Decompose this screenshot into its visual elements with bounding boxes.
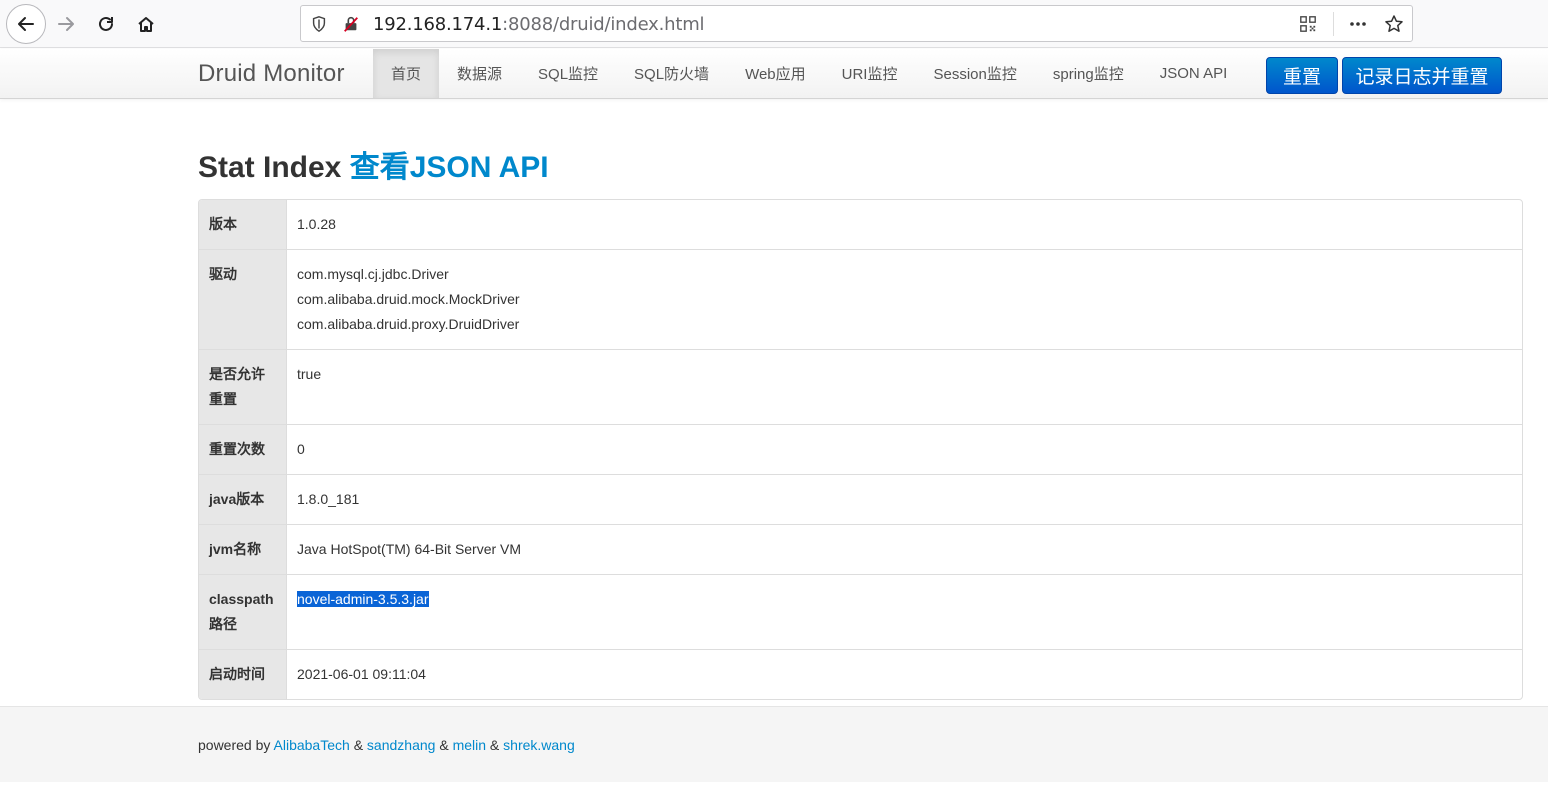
url-bar[interactable]: 192.168.174.1:8088/druid/index.html <box>300 5 1413 42</box>
row-label: java版本 <box>199 475 287 524</box>
row-label: 是否允许重置 <box>199 350 287 424</box>
nav-item-json-api[interactable]: JSON API <box>1142 49 1246 98</box>
table-row-drivers: 驱动 com.mysql.cj.jdbc.Driver com.alibaba.… <box>199 249 1522 349</box>
forward-button[interactable] <box>48 6 84 42</box>
table-row-reset-count: 重置次数 0 <box>199 424 1522 474</box>
row-label: jvm名称 <box>199 525 287 574</box>
more-actions-icon[interactable] <box>1348 14 1368 34</box>
row-label: 版本 <box>199 200 287 249</box>
row-value: 1.0.28 <box>297 216 336 232</box>
reload-icon <box>99 16 113 31</box>
row-value: Java HotSpot(TM) 64-Bit Server VM <box>297 541 522 557</box>
row-label: 启动时间 <box>199 650 287 699</box>
browser-toolbar: 192.168.174.1:8088/druid/index.html <box>0 0 1548 48</box>
row-label: 重置次数 <box>199 425 287 474</box>
back-button[interactable] <box>6 4 46 44</box>
page-title: Stat Index 查看JSON API <box>198 142 549 186</box>
shield-icon[interactable] <box>309 14 329 34</box>
driver-item: com.alibaba.druid.mock.MockDriver <box>297 291 520 307</box>
arrow-left-icon <box>18 17 34 31</box>
table-row-version: 版本 1.0.28 <box>199 200 1522 249</box>
row-value: 1.8.0_181 <box>297 491 360 507</box>
druid-navbar: Druid Monitor 首页 数据源 SQL监控 SQL防火墙 Web应用 … <box>0 49 1548 99</box>
footer-link-sandzhang[interactable]: sandzhang <box>367 737 436 753</box>
footer-link-melin[interactable]: melin <box>453 737 486 753</box>
nav-item-spring-monitor[interactable]: spring监控 <box>1035 49 1142 98</box>
table-row-jvm-name: jvm名称 Java HotSpot(TM) 64-Bit Server VM <box>199 524 1522 574</box>
footer-separator: & <box>353 737 364 753</box>
driver-item: com.mysql.cj.jdbc.Driver <box>297 266 449 282</box>
nav-item-home[interactable]: 首页 <box>373 49 440 98</box>
row-value: 0 <box>297 441 305 457</box>
row-value: 2021-06-01 09:11:04 <box>297 666 426 682</box>
nav-item-web-app[interactable]: Web应用 <box>727 49 824 98</box>
table-row-start-time: 启动时间 2021-06-01 09:11:04 <box>199 649 1522 699</box>
footer-credits: powered by AlibabaTech & sandzhang & mel… <box>198 737 575 753</box>
qr-code-icon[interactable] <box>1298 14 1318 34</box>
url-text[interactable]: 192.168.174.1:8088/druid/index.html <box>373 14 705 35</box>
nav-item-sql-monitor[interactable]: SQL监控 <box>520 49 616 98</box>
row-label: 驱动 <box>199 250 287 349</box>
table-row-classpath: classpath路径 novel-admin-3.5.3.jar <box>199 574 1522 649</box>
footer: powered by AlibabaTech & sandzhang & mel… <box>0 706 1548 782</box>
url-separator <box>1333 12 1334 36</box>
view-json-api-link[interactable]: 查看JSON API <box>350 151 549 184</box>
arrow-right-icon <box>58 17 74 31</box>
footer-separator: & <box>439 737 449 753</box>
reload-button[interactable] <box>88 6 124 42</box>
footer-prefix: powered by <box>198 737 271 753</box>
bookmark-star-icon[interactable] <box>1384 14 1404 34</box>
footer-link-alibabatech[interactable]: AlibabaTech <box>274 737 350 753</box>
nav-item-sql-firewall[interactable]: SQL防火墙 <box>616 49 727 98</box>
row-value: true <box>297 366 322 382</box>
driver-item: com.alibaba.druid.proxy.DruidDriver <box>297 316 520 332</box>
nav-item-datasource[interactable]: 数据源 <box>439 49 520 98</box>
url-path: :8088/druid/index.html <box>502 14 705 35</box>
log-and-reset-button[interactable]: 记录日志并重置 <box>1342 57 1502 94</box>
insecure-lock-icon[interactable] <box>341 14 361 34</box>
reset-button[interactable]: 重置 <box>1266 57 1338 94</box>
home-icon <box>138 17 154 32</box>
table-row-java-version: java版本 1.8.0_181 <box>199 474 1522 524</box>
classpath-selected-text[interactable]: novel-admin-3.5.3.jar <box>297 591 429 607</box>
stat-table: 版本 1.0.28 驱动 com.mysql.cj.jdbc.Driver co… <box>198 199 1523 700</box>
page-title-text: Stat Index <box>198 151 342 184</box>
footer-link-shrek-wang[interactable]: shrek.wang <box>503 737 575 753</box>
row-value: com.mysql.cj.jdbc.Driver com.alibaba.dru… <box>287 250 1522 349</box>
home-button[interactable] <box>128 6 164 42</box>
footer-separator: & <box>489 737 500 753</box>
nav-item-uri-monitor[interactable]: URI监控 <box>824 49 916 98</box>
table-row-reset-enable: 是否允许重置 true <box>199 349 1522 424</box>
url-host: 192.168.174.1 <box>373 14 503 35</box>
nav-item-session-monitor[interactable]: Session监控 <box>915 49 1034 98</box>
brand-title[interactable]: Druid Monitor <box>198 60 345 88</box>
nav-menu: 首页 数据源 SQL监控 SQL防火墙 Web应用 URI监控 Session监… <box>373 49 1245 98</box>
row-value: novel-admin-3.5.3.jar <box>287 575 1522 649</box>
row-label: classpath路径 <box>199 575 287 649</box>
